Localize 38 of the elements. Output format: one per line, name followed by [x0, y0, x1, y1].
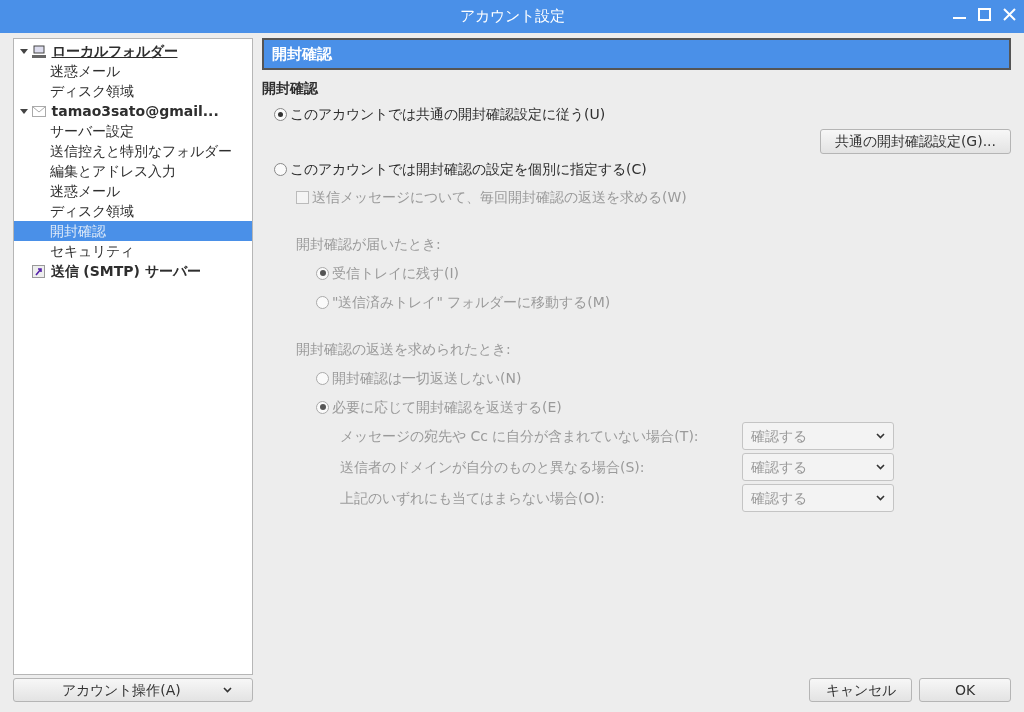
radio-label[interactable]: このアカウントでは開封確認の設定を個別に指定する(C) [290, 158, 647, 180]
radio-button[interactable] [274, 162, 287, 176]
tree-item[interactable]: 送信 (SMTP) サーバー [48, 261, 203, 281]
radio-button[interactable] [274, 107, 287, 121]
global-settings-button[interactable]: 共通の開封確認設定(G)... [819, 129, 1011, 154]
section-label: 開封確認 [262, 79, 318, 98]
caret-icon [876, 464, 885, 470]
tree-item[interactable]: tamao3sato@gmail... [49, 101, 221, 121]
tree-item[interactable]: 編集とアドレス入力 [48, 161, 178, 181]
expander-icon[interactable] [20, 47, 28, 55]
rule-label: メッセージの宛先や Cc に自分が含まれていない場合(T): [340, 426, 700, 446]
panel-header: 開封確認 [262, 38, 1011, 70]
tree-item[interactable]: ローカルフォルダー [49, 41, 180, 61]
caret-icon [876, 495, 885, 501]
window-title: アカウント設定 [459, 6, 565, 28]
envelope-icon [31, 105, 46, 117]
tree-item[interactable]: 送信控えと特別なフォルダー [48, 141, 234, 161]
account-actions-button[interactable]: アカウント操作(A) [13, 678, 253, 702]
tree-item[interactable]: 迷惑メール [48, 181, 122, 201]
computer-icon [31, 44, 46, 58]
rule-label: 送信者のドメインが自分のものと異なる場合(S): [340, 457, 646, 477]
ok-button[interactable]: OK [919, 678, 1011, 702]
section-label: 開封確認が届いたとき: [296, 235, 441, 254]
tree-item[interactable]: 迷惑メール [48, 61, 122, 81]
cancel-button[interactable]: キャンセル [809, 678, 912, 702]
tree-item[interactable]: ディスク領域 [48, 81, 136, 101]
close-icon[interactable] [1003, 8, 1016, 21]
outbox-icon [31, 264, 45, 278]
caret-icon [223, 687, 232, 693]
tree-item[interactable]: ディスク領域 [48, 201, 136, 221]
expander-icon[interactable] [20, 107, 28, 115]
caret-icon [876, 433, 885, 439]
maximize-icon[interactable] [978, 8, 991, 21]
tree-item[interactable]: サーバー設定 [48, 121, 136, 141]
section-label: 開封確認の返送を求められたとき: [296, 340, 511, 359]
rule-label: 上記のいずれにも当てはまらない場合(O): [340, 488, 606, 508]
radio-label[interactable]: このアカウントでは共通の開封確認設定に従う(U) [290, 103, 606, 125]
tree-item[interactable]: セキュリティ [48, 241, 136, 261]
